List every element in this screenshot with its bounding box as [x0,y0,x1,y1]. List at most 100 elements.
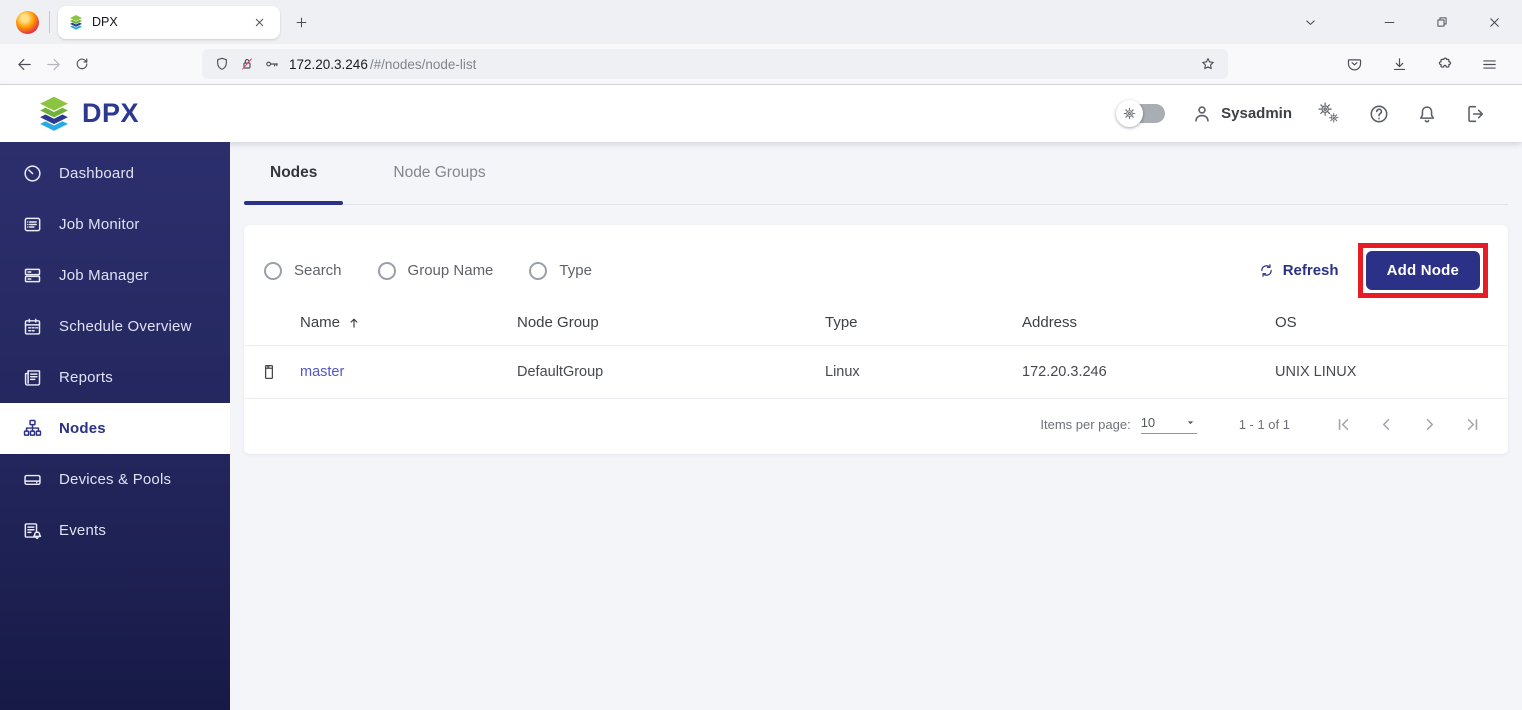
tab-list-dropdown-icon[interactable] [1299,11,1322,34]
refresh-button[interactable]: Refresh [1252,261,1345,280]
table-row: master DefaultGroup Linux 172.20.3.246 U… [244,345,1508,399]
radio-label: Type [559,262,592,279]
previous-page-icon[interactable] [1377,415,1396,434]
sidebar-item-label: Reports [59,369,113,386]
sidebar-item-reports[interactable]: Reports [0,352,230,403]
settings-toggle[interactable] [1116,100,1166,127]
browser-navbar: 172.20.3.246/#/nodes/node-list [0,44,1522,85]
help-icon[interactable] [1368,103,1390,125]
sidebar-item-dashboard[interactable]: Dashboard [0,148,230,199]
sidebar-item-nodes[interactable]: Nodes [0,403,230,454]
events-list-bell-icon [22,520,43,541]
sidebar-item-schedule-overview[interactable]: Schedule Overview [0,301,230,352]
next-page-icon[interactable] [1420,415,1439,434]
extensions-icon[interactable] [1432,52,1457,77]
dashboard-icon [22,163,43,184]
table-header-row: Name Node Group Type Address OS [244,306,1508,346]
column-address: Address [1022,306,1275,346]
sidebar: Dashboard Job Monitor Job Manager Schedu… [0,142,230,710]
column-os: OS [1275,306,1508,346]
gear-knob-icon [1116,100,1144,127]
tab-node-groups[interactable]: Node Groups [367,142,511,204]
column-node-group: Node Group [517,306,825,346]
minimize-button[interactable] [1378,11,1401,34]
radio-circle-icon [264,261,282,280]
main-content: Nodes Node Groups Search Group Name Type [230,142,1522,710]
reports-icon [22,367,43,388]
browser-tab-strip: DPX [0,0,1522,44]
bookmark-star-icon[interactable] [1200,56,1216,72]
settings-gears-icon[interactable] [1318,102,1342,126]
node-os-cell: UNIX LINUX [1275,345,1508,399]
browser-tab[interactable]: DPX [58,5,280,39]
nodes-sitemap-icon [22,418,43,439]
tab-label: Node Groups [393,164,486,181]
tab-label: Nodes [270,164,318,181]
downloads-icon[interactable] [1387,52,1412,77]
sidebar-item-job-manager[interactable]: Job Manager [0,250,230,301]
user-menu[interactable]: Sysadmin [1191,103,1292,125]
forward-button[interactable] [41,52,66,77]
pagination-range: 1 - 1 of 1 [1238,417,1290,432]
dpx-logo-icon [36,94,72,134]
sidebar-item-label: Job Monitor [59,216,140,233]
radio-type[interactable]: Type [529,261,592,280]
last-page-icon[interactable] [1463,415,1482,434]
sidebar-item-label: Events [59,522,107,539]
firefox-icon[interactable] [16,10,39,34]
items-per-page-label: Items per page: [1040,417,1131,432]
reload-button[interactable] [70,52,94,76]
tab-close-icon[interactable] [249,12,270,33]
radio-circle-icon [377,261,396,280]
tab-nodes[interactable]: Nodes [244,142,344,205]
node-address-cell: 172.20.3.246 [1022,345,1275,399]
column-icon-spacer [244,306,300,346]
restore-button[interactable] [1431,11,1453,33]
dpx-logo-text: DPX [82,98,140,128]
refresh-label: Refresh [1282,262,1339,279]
add-node-button[interactable]: Add Node [1365,251,1480,290]
radio-label: Group Name [407,262,494,279]
dpx-logo: DPX [36,94,139,134]
radio-circle-icon [529,261,548,280]
tab-separator [49,11,50,33]
sort-asc-icon[interactable] [347,316,361,330]
annotation-highlight-box: Add Node [1357,243,1488,298]
username: Sysadmin [1221,105,1292,122]
filter-row: Search Group Name Type Refresh Add Node [244,225,1508,306]
items-per-page-select[interactable]: 10 [1140,415,1197,434]
sidebar-item-events[interactable]: Events [0,505,230,556]
new-tab-button[interactable] [290,11,313,34]
close-button[interactable] [1483,11,1506,34]
first-page-icon[interactable] [1334,415,1353,434]
url-bar[interactable]: 172.20.3.246/#/nodes/node-list [202,49,1228,79]
pagination-nav [1334,415,1482,434]
pocket-icon[interactable] [1342,52,1367,77]
node-type-value-cell: Linux [825,345,1022,399]
window-controls [1378,11,1512,34]
devices-drive-icon [22,469,43,490]
menu-icon[interactable] [1477,52,1502,77]
node-group-cell: DefaultGroup [517,345,825,399]
node-name-link[interactable]: master [300,364,344,380]
logout-icon[interactable] [1464,103,1486,125]
sidebar-item-devices-pools[interactable]: Devices & Pools [0,454,230,505]
pagination-bar: Items per page: 10 1 - 1 of 1 [244,399,1508,454]
caret-down-icon [1184,416,1197,429]
sidebar-item-label: Job Manager [59,267,149,284]
radio-label: Search [294,262,342,279]
page-tabs: Nodes Node Groups [244,142,1508,205]
radio-group-name[interactable]: Group Name [377,261,494,280]
sidebar-item-label: Dashboard [59,165,135,182]
radio-search[interactable]: Search [264,261,342,280]
back-button[interactable] [12,52,37,77]
sort-control[interactable]: Name [300,314,361,331]
app-header: DPX Sysadmin [0,85,1522,142]
column-name: Name [300,306,517,346]
shield-icon[interactable] [214,56,230,72]
key-icon[interactable] [264,56,280,72]
column-type: Type [825,306,1022,346]
insecure-lock-icon[interactable] [239,56,255,72]
notifications-bell-icon[interactable] [1416,103,1438,125]
sidebar-item-job-monitor[interactable]: Job Monitor [0,199,230,250]
